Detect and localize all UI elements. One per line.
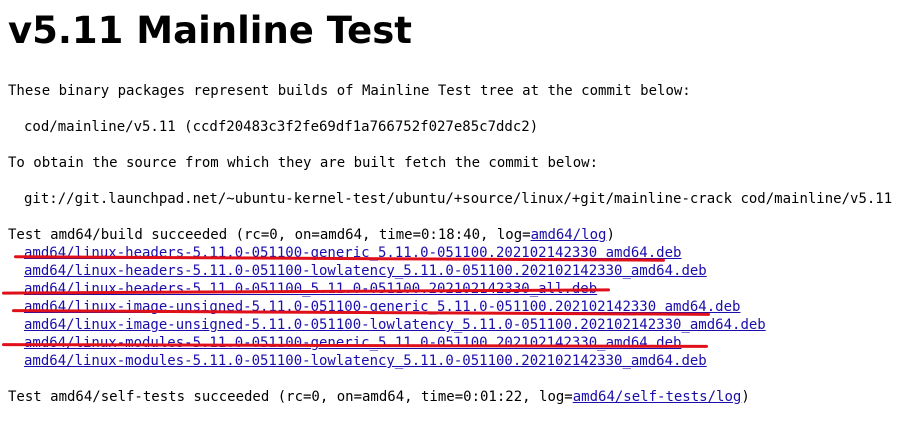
selftests-status-prefix: Test amd64/self-tests succeeded (rc=0, o… (8, 389, 573, 405)
intro-text: These binary packages represent builds o… (8, 83, 691, 99)
commit-text: cod/mainline/v5.11 (ccdf20483c3f2fe69df1… (24, 119, 539, 135)
page-title: v5.11 Mainline Test (8, 9, 412, 52)
selftests-status-line: Test amd64/self-tests succeeded (rc=0, o… (8, 388, 750, 406)
package-link-headers-lowlatency[interactable]: amd64/linux-headers-5.11.0-051100-lowlat… (24, 262, 707, 280)
package-link-modules-lowlatency[interactable]: amd64/linux-modules-5.11.0-051100-lowlat… (24, 352, 707, 370)
build-status-line: Test amd64/build succeeded (rc=0, on=amd… (8, 226, 615, 244)
selftests-status-suffix: ) (741, 389, 750, 405)
obtain-source-text: To obtain the source from which they are… (8, 155, 599, 171)
build-status-prefix: Test amd64/build succeeded (rc=0, on=amd… (8, 227, 531, 243)
build-status-suffix: ) (606, 227, 615, 243)
git-command-text: git://git.launchpad.net/~ubuntu-kernel-t… (24, 191, 893, 207)
package-link-image-unsigned-lowlatency[interactable]: amd64/linux-image-unsigned-5.11.0-051100… (24, 316, 766, 334)
selftests-log-link[interactable]: amd64/self-tests/log (573, 389, 742, 405)
build-log-link[interactable]: amd64/log (531, 227, 607, 243)
